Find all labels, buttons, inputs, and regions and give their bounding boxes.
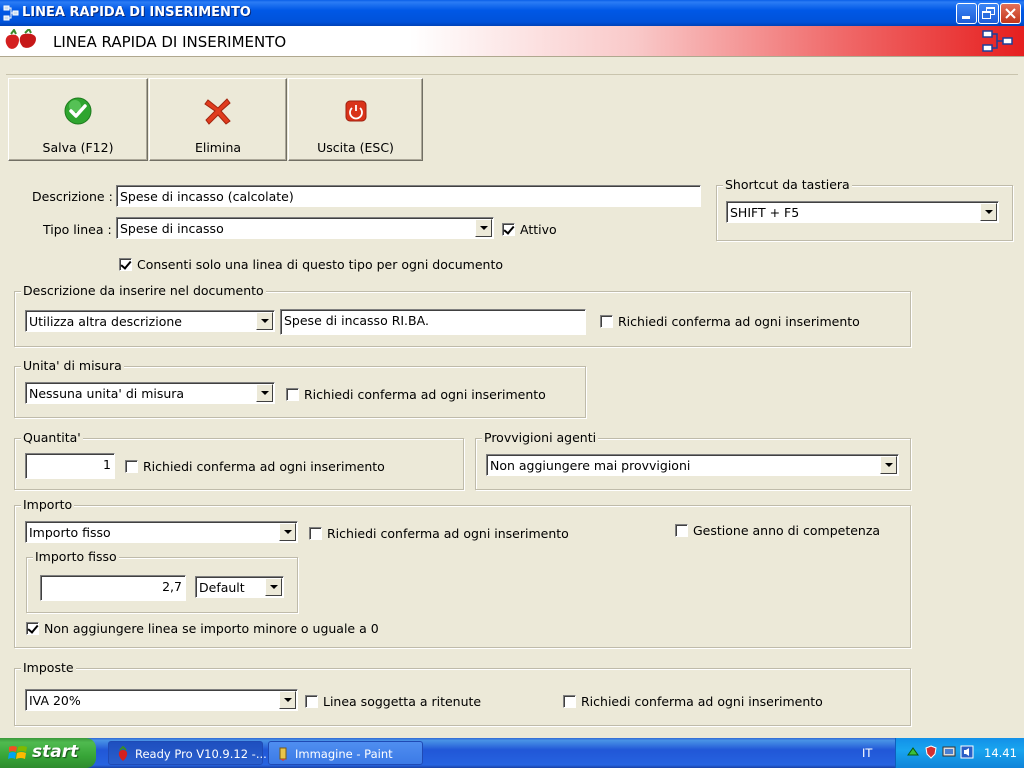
importo-mode-value: Importo fisso: [29, 525, 111, 540]
window-titlebar: LINEA RAPIDA DI INSERIMENTO: [0, 0, 1024, 26]
exit-button-label: Uscita (ESC): [317, 140, 394, 155]
window-header: LINEA RAPIDA DI INSERIMENTO: [0, 26, 1024, 57]
descrizione-documento-title: Descrizione da inserire nel documento: [21, 283, 266, 298]
non-aggiungere-label: Non aggiungere linea se importo minore o…: [44, 621, 379, 636]
chevron-down-icon[interactable]: [475, 219, 492, 237]
provvigioni-title: Provvigioni agenti: [482, 430, 599, 445]
delete-button-label: Elimina: [194, 140, 242, 155]
quantita-title: Quantita': [21, 430, 83, 445]
delete-x-icon: [204, 98, 231, 125]
quantita-confirm-label: Richiedi conferma ad ogni inserimento: [143, 459, 385, 474]
close-button[interactable]: [1000, 3, 1021, 24]
unita-confirm-label: Richiedi conferma ad ogni inserimento: [304, 387, 546, 402]
descrizione-input[interactable]: Spese di incasso (calcolate): [116, 185, 701, 207]
importo-fisso-title: Importo fisso: [33, 549, 119, 564]
importo-confirm-label: Richiedi conferma ad ogni inserimento: [327, 526, 569, 541]
tipo-linea-select[interactable]: Spese di incasso: [116, 217, 494, 239]
checkmark-icon: [64, 97, 92, 125]
header-title: LINEA RAPIDA DI INSERIMENTO: [53, 33, 287, 51]
imposte-confirm-checkbox[interactable]: [563, 695, 576, 708]
importo-confirm-checkbox[interactable]: [309, 527, 322, 540]
quantita-input[interactable]: 1: [25, 453, 115, 479]
exit-button[interactable]: Uscita (ESC): [288, 78, 423, 161]
descrizione-mode-select[interactable]: Utilizza altra descrizione: [25, 310, 275, 332]
start-button[interactable]: start: [0, 738, 96, 768]
descrizione-documento-input[interactable]: Spese di incasso RI.BA.: [280, 309, 586, 335]
network-tray-icon[interactable]: [906, 745, 920, 759]
attivo-label: Attivo: [520, 222, 557, 237]
strawberry-icon: [118, 746, 128, 761]
close-icon: [1005, 8, 1016, 19]
imposte-select[interactable]: IVA 20%: [25, 689, 298, 711]
network-icon: [3, 5, 19, 21]
gestione-anno-checkbox[interactable]: [675, 524, 688, 537]
tipo-linea-value: Spese di incasso: [120, 221, 224, 236]
chevron-down-icon[interactable]: [279, 691, 296, 709]
system-tray: 14.41: [895, 738, 1024, 768]
taskbar-item-ready-pro[interactable]: Ready Pro V10.9.12 -...: [108, 741, 267, 765]
importo-title: Importo: [21, 497, 75, 512]
non-aggiungere-checkbox[interactable]: [26, 622, 39, 635]
attivo-checkbox[interactable]: [502, 223, 515, 236]
provvigioni-value: Non aggiungere mai provvigioni: [490, 458, 691, 473]
save-button-label: Salva (F12): [42, 140, 114, 155]
volume-icon[interactable]: [960, 745, 974, 759]
save-button[interactable]: Salva (F12): [8, 78, 148, 161]
chevron-down-icon[interactable]: [279, 523, 296, 541]
unita-misura-title: Unita' di misura: [21, 358, 124, 373]
toolbar: Salva (F12) Elimina Uscita (ESC): [6, 74, 1018, 164]
chevron-down-icon[interactable]: [880, 456, 897, 474]
chevron-down-icon[interactable]: [265, 578, 282, 596]
provvigioni-select[interactable]: Non aggiungere mai provvigioni: [486, 454, 899, 476]
taskbar: start Ready Pro V10.9.12 -... Immagine -…: [0, 738, 1024, 768]
clock[interactable]: 14.41: [984, 746, 1017, 760]
display-icon[interactable]: [942, 745, 956, 759]
unita-misura-value: Nessuna unita' di misura: [29, 386, 185, 401]
unita-misura-select[interactable]: Nessuna unita' di misura: [25, 382, 275, 404]
taskbar-item-paint[interactable]: Immagine - Paint: [268, 741, 423, 765]
window-title: LINEA RAPIDA DI INSERIMENTO: [22, 5, 251, 20]
taskbar-item-label: Ready Pro V10.9.12 -...: [135, 747, 267, 761]
descr-confirm-label: Richiedi conferma ad ogni inserimento: [618, 314, 860, 329]
importo-mode-select[interactable]: Importo fisso: [25, 521, 298, 543]
taskbar-item-label: Immagine - Paint: [295, 747, 393, 761]
start-label: start: [32, 742, 79, 762]
delete-button[interactable]: Elimina: [149, 78, 287, 161]
consenti-checkbox[interactable]: [119, 258, 132, 271]
strawberry-logo-icon: [5, 29, 36, 49]
descrizione-mode-value: Utilizza altra descrizione: [29, 314, 182, 329]
descr-confirm-checkbox[interactable]: [600, 315, 613, 328]
language-indicator[interactable]: IT: [862, 746, 872, 760]
ritenute-label: Linea soggetta a ritenute: [323, 694, 482, 709]
unita-confirm-checkbox[interactable]: [286, 388, 299, 401]
restore-button[interactable]: [978, 3, 999, 24]
chevron-down-icon[interactable]: [256, 312, 273, 330]
shortcut-select[interactable]: SHIFT + F5: [726, 201, 999, 223]
importo-currency-value: Default: [199, 580, 245, 595]
importo-fisso-input[interactable]: 2,7: [40, 575, 186, 601]
imposte-value: IVA 20%: [29, 693, 81, 708]
ritenute-checkbox[interactable]: [305, 695, 318, 708]
minimize-button[interactable]: [956, 3, 977, 24]
network-icon: [982, 30, 1013, 52]
imposte-title: Imposte: [21, 660, 76, 675]
paint-icon: [279, 747, 287, 761]
shortcut-value: SHIFT + F5: [730, 205, 800, 220]
descrizione-label: Descrizione :: [32, 189, 113, 204]
shortcut-group-title: Shortcut da tastiera: [723, 177, 852, 192]
windows-logo-icon: [8, 746, 27, 759]
chevron-down-icon[interactable]: [256, 384, 273, 402]
imposte-confirm-label: Richiedi conferma ad ogni inserimento: [581, 694, 823, 709]
chevron-down-icon[interactable]: [980, 203, 997, 221]
quantita-confirm-checkbox[interactable]: [125, 460, 138, 473]
power-icon: [345, 100, 366, 122]
consenti-label: Consenti solo una linea di questo tipo p…: [137, 257, 503, 272]
importo-currency-select[interactable]: Default: [195, 576, 284, 598]
gestione-anno-label: Gestione anno di competenza: [693, 523, 881, 538]
tipo-linea-label: Tipo linea :: [43, 222, 112, 237]
shield-icon[interactable]: [924, 745, 938, 759]
